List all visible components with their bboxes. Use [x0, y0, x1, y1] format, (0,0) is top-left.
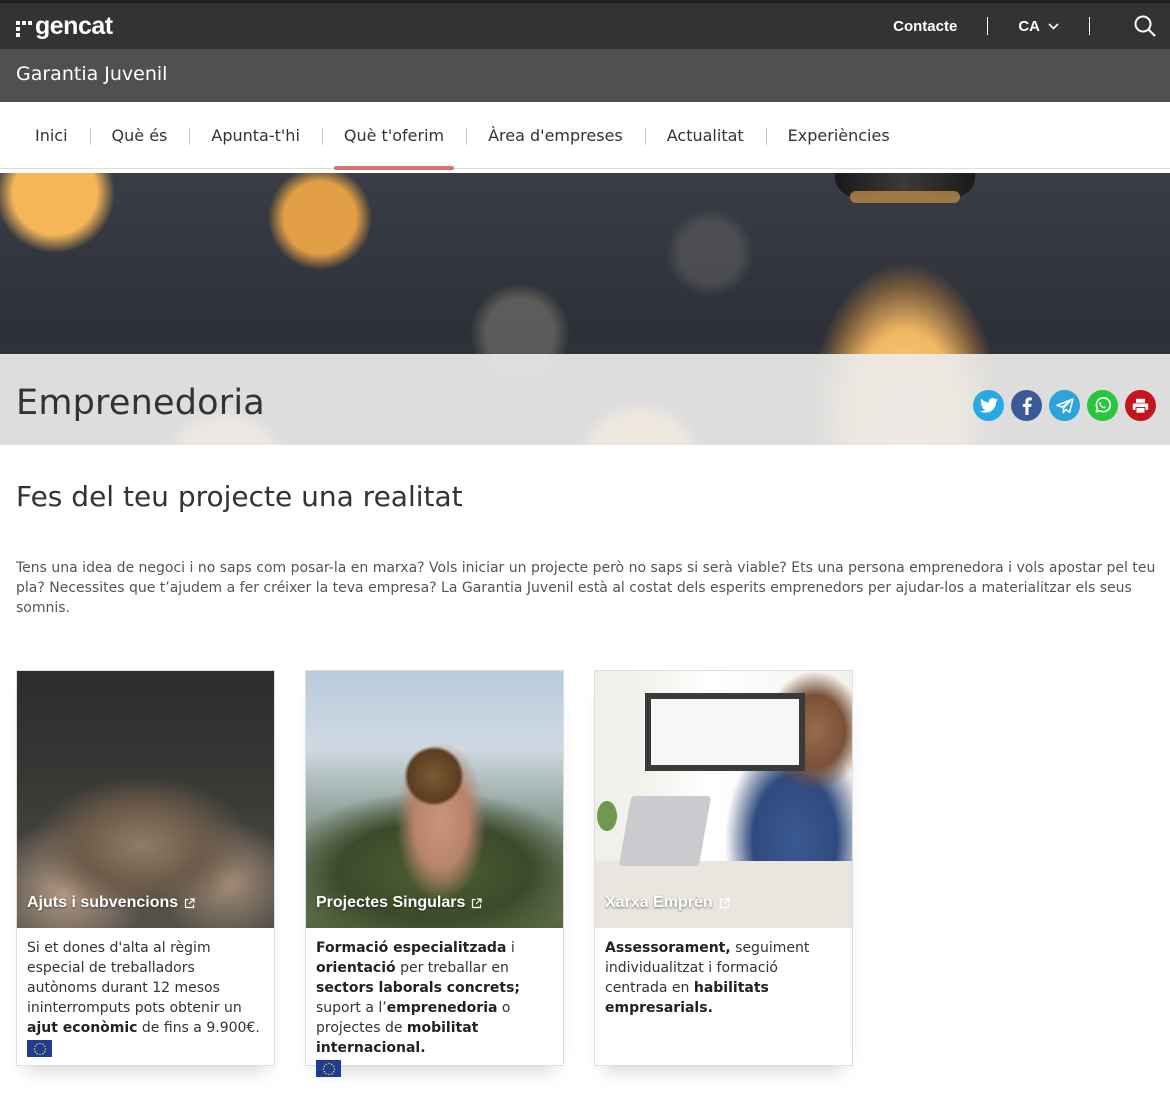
whatsapp-share-button[interactable] [1087, 390, 1118, 421]
divider [1089, 17, 1090, 35]
section-heading: Fes del teu projecte una realitat [16, 480, 463, 513]
nav-item-actualitat[interactable]: Actualitat [644, 102, 766, 168]
main-nav: Inici Què és Apunta-t'hi Què t'oferim Àr… [0, 102, 1170, 170]
card-text-bold: sectors laborals concrets; [316, 980, 520, 996]
site-bar: Garantia Juvenil [0, 49, 1170, 102]
hero-title-band: Emprenedoria [0, 354, 1170, 445]
divider [987, 17, 989, 35]
card-ajuts-subvencions[interactable]: Ajuts i subvencions Si et dones d'alta a… [16, 670, 275, 1066]
card-image-detail [618, 796, 712, 866]
telegram-icon [1055, 397, 1074, 413]
card-text-bold: Assessorament, [605, 940, 731, 956]
card-description: Formació especialitzada i orientació per… [306, 928, 563, 1077]
nav-item-que-toferim[interactable]: Què t'oferim [321, 102, 466, 170]
card-title-link[interactable]: Ajuts i subvencions [27, 894, 195, 912]
card-description: Assessorament, seguiment individualitzat… [595, 928, 852, 1018]
whatsapp-icon [1095, 397, 1112, 413]
card-title: Xarxa Emprèn [605, 894, 713, 911]
print-button[interactable] [1125, 390, 1156, 421]
card-title: Projectes Singulars [316, 894, 466, 911]
twitter-share-button[interactable] [973, 390, 1004, 421]
chevron-down-icon [1048, 22, 1059, 30]
card-image-detail [645, 693, 805, 771]
card-description: Si et dones d'alta al règim especial de … [17, 928, 274, 1057]
page-title: Emprenedoria [16, 383, 265, 423]
intro-paragraph: Tens una idea de negoci i no saps com po… [16, 560, 1156, 616]
site-title[interactable]: Garantia Juvenil [16, 63, 167, 85]
card-text: de fins a 9.900€. [137, 1020, 260, 1036]
top-bar: gencat Contacte CA [0, 0, 1170, 49]
search-button[interactable] [1120, 3, 1170, 49]
twitter-icon [979, 398, 998, 413]
card-text-bold: emprenedoria [386, 1000, 498, 1016]
card-list: Ajuts i subvencions Si et dones d'alta a… [16, 670, 883, 1077]
card-text: i [506, 940, 515, 956]
facebook-icon [1022, 396, 1032, 415]
nav-item-experiencies[interactable]: Experiències [765, 102, 912, 168]
language-selector[interactable]: CA [1018, 18, 1059, 35]
top-actions: Contacte CA [893, 3, 1170, 49]
card-title: Ajuts i subvencions [27, 894, 179, 911]
nav-item-apunta-thi[interactable]: Apunta-t'hi [189, 102, 322, 168]
contact-link[interactable]: Contacte [893, 18, 957, 35]
print-icon [1132, 398, 1149, 414]
card-text: per treballar en [395, 960, 509, 976]
facebook-share-button[interactable] [1011, 390, 1042, 421]
gencat-logo-icon [16, 20, 32, 37]
card-image[interactable]: Xarxa Emprèn [595, 671, 852, 928]
card-image[interactable]: Ajuts i subvencions [17, 671, 274, 928]
logo-text: gencat [35, 12, 113, 40]
eu-flag-icon [316, 1060, 341, 1077]
card-text-bold: orientació [316, 960, 396, 976]
hero-banner: Emprenedoria [0, 173, 1170, 445]
card-image[interactable]: Projectes Singulars [306, 671, 563, 928]
eu-flag-icon [27, 1040, 52, 1057]
card-text: Si et dones d'alta al règim especial de … [27, 940, 242, 1016]
external-link-icon [719, 897, 730, 908]
search-icon [1134, 15, 1156, 37]
card-text-bold: Formació especialitzada [316, 940, 507, 956]
card-image-detail [597, 801, 617, 831]
external-link-icon [472, 897, 482, 908]
hero-image-detail [850, 191, 960, 203]
telegram-share-button[interactable] [1049, 390, 1080, 421]
card-projectes-singulars[interactable]: Projectes Singulars Formació especialitz… [305, 670, 564, 1077]
card-text: suport a l’ [316, 1000, 387, 1016]
nav-item-area-empreses[interactable]: Àrea d'empreses [466, 102, 645, 168]
share-buttons [966, 390, 1156, 421]
external-link-icon [185, 897, 195, 908]
card-title-link[interactable]: Projectes Singulars [316, 894, 482, 912]
card-text-bold: ajut econòmic [27, 1020, 138, 1036]
nav-item-que-es[interactable]: Què és [89, 102, 190, 168]
card-xarxa-empren[interactable]: Xarxa Emprèn Assessorament, seguiment in… [594, 670, 853, 1066]
nav-item-inici[interactable]: Inici [13, 102, 90, 168]
language-label: CA [1018, 17, 1040, 35]
gencat-logo[interactable]: gencat [16, 12, 113, 41]
card-title-link[interactable]: Xarxa Emprèn [605, 894, 730, 912]
